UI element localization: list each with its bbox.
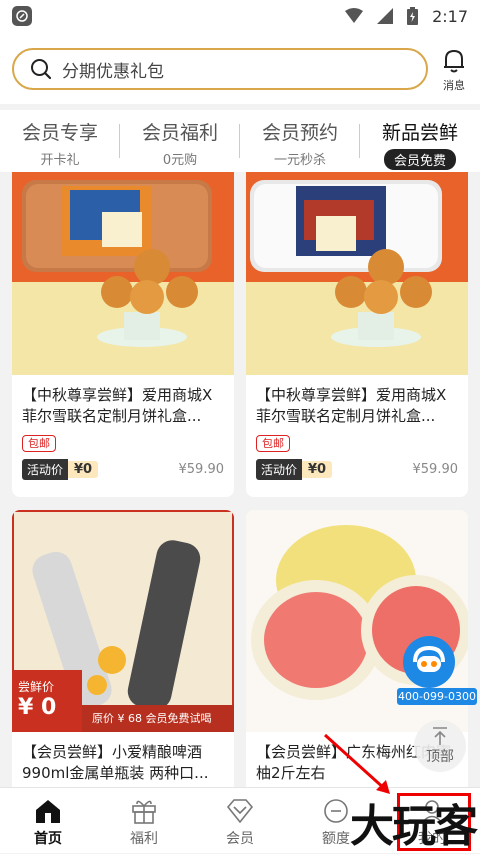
activity-price: ¥0 (302, 461, 333, 478)
tab-subtitle: 会员免费 (383, 149, 456, 170)
search-input[interactable]: 分期优惠礼包 (12, 48, 428, 90)
product-title: 【会员尝鲜】小爱精酿啤酒990ml金属单瓶装 两种口... (22, 743, 209, 782)
tab-subtitle: 一元秒杀 (273, 153, 326, 168)
diamond-icon (226, 799, 254, 824)
tab-new-tasting[interactable]: 新品尝鲜 会员免费 (360, 110, 480, 172)
status-time: 2:17 (432, 6, 468, 26)
nav-label: 会员 (226, 831, 254, 847)
category-tabs: 会员专享 开卡礼 会员福利 0元购 会员预约 一元秒杀 新品尝鲜 会员免费 (0, 110, 480, 172)
back-to-top-button[interactable]: 顶部 (414, 720, 466, 772)
tasting-label: 尝鲜价 (18, 680, 55, 694)
customer-service-button[interactable]: 400-099-0300 (397, 636, 477, 706)
nav-member[interactable]: 会员 (192, 788, 288, 853)
product-image (246, 172, 468, 375)
tab-title: 会员专享 (21, 122, 98, 144)
nav-benefits[interactable]: 福利 (96, 788, 192, 853)
product-image: 尝鲜价 ¥ 0 原价 ¥ 68 会员免费试喝 (12, 510, 234, 732)
free-shipping-badge: 包邮 (22, 435, 56, 452)
activity-price: ¥0 (68, 461, 99, 478)
back-to-top-label: 顶部 (426, 749, 454, 765)
nav-label: 福利 (130, 831, 158, 847)
product-card[interactable]: 【中秋尊享尝鲜】爱用商城X菲尔雪联名定制月饼礼盒... 包邮 活动价 ¥0 ¥5… (246, 172, 468, 497)
product-title: 【中秋尊享尝鲜】爱用商城X菲尔雪联名定制月饼礼盒... (256, 386, 447, 425)
free-shipping-badge: 包邮 (256, 435, 290, 452)
tab-member-exclusive[interactable]: 会员专享 开卡礼 (0, 110, 120, 172)
product-image (12, 172, 234, 375)
arrow-up-icon (433, 727, 447, 745)
header: 分期优惠礼包 消息 (0, 32, 480, 104)
search-icon (31, 59, 52, 80)
wifi-icon (345, 8, 364, 23)
watermark-text: 大玩客 (350, 801, 478, 852)
price-row: 活动价 ¥0 ¥59.90 (22, 459, 224, 480)
product-card[interactable]: 尝鲜价 ¥ 0 原价 ¥ 68 会员免费试喝 【会员尝鲜】小爱精酿啤酒990ml… (12, 510, 234, 800)
activity-label: 活动价 (256, 459, 303, 480)
status-bar: 2:17 (0, 0, 480, 32)
bell-icon (444, 49, 464, 73)
tab-title: 会员福利 (141, 122, 218, 144)
tab-title: 新品尝鲜 (381, 122, 458, 144)
nav-home[interactable]: 首页 (0, 788, 96, 853)
product-card[interactable]: 【中秋尊享尝鲜】爱用商城X菲尔雪联名定制月饼礼盒... 包邮 活动价 ¥0 ¥5… (12, 172, 234, 497)
original-price: ¥59.90 (412, 462, 459, 477)
tab-title: 会员预约 (261, 122, 338, 144)
support-phone: 400-099-0300 (397, 688, 477, 705)
credit-icon (324, 799, 348, 823)
original-price: ¥59.90 (178, 462, 225, 477)
activity-label: 活动价 (22, 459, 69, 480)
tasting-price: ¥ 0 (18, 695, 57, 720)
message-label: 消息 (443, 79, 465, 92)
message-button[interactable]: 消息 (436, 48, 472, 94)
tab-member-benefits[interactable]: 会员福利 0元购 (120, 110, 240, 172)
nav-label: 首页 (34, 831, 62, 847)
tab-subtitle: 0元购 (162, 153, 198, 168)
battery-icon (407, 7, 419, 25)
price-row: 活动价 ¥0 ¥59.90 (256, 459, 458, 480)
headset-icon (403, 636, 455, 688)
tab-member-reservation[interactable]: 会员预约 一元秒杀 (240, 110, 360, 172)
search-placeholder: 分期优惠礼包 (62, 61, 164, 82)
promo-text: 原价 ¥ 68 会员免费试喝 (92, 712, 212, 725)
nav-label: 额度 (322, 831, 350, 847)
home-icon (36, 800, 60, 823)
product-title: 【中秋尊享尝鲜】爱用商城X菲尔雪联名定制月饼礼盒... (22, 386, 213, 425)
tab-subtitle: 开卡礼 (40, 153, 80, 168)
app-notification-icon (12, 6, 32, 26)
signal-icon (377, 8, 394, 24)
tasting-price-tag: 尝鲜价 ¥ 0 (12, 678, 82, 720)
gift-icon (132, 800, 156, 824)
